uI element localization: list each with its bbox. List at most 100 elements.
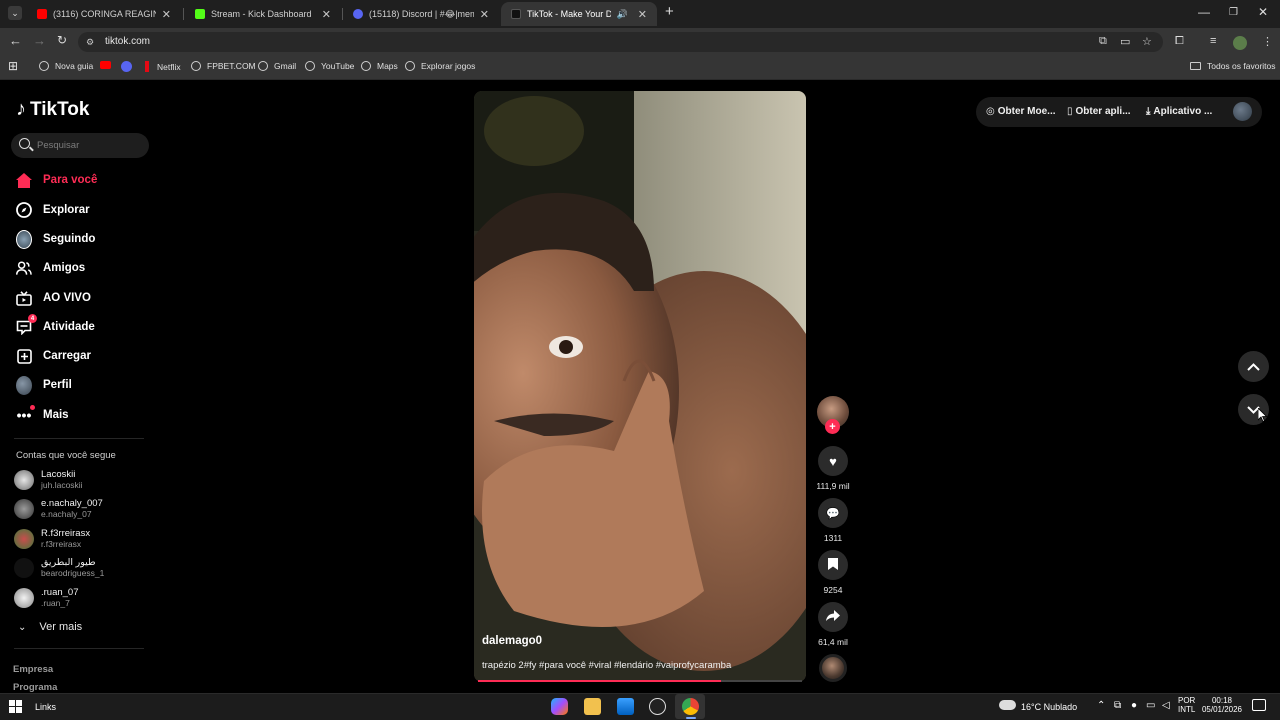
youtube-favicon-icon [37,9,47,19]
nav-amigos[interactable]: Amigos [16,260,85,276]
sidebar-divider [14,648,144,649]
all-favorites-folder[interactable]: Todos os favoritos [1190,61,1276,71]
get-app-button[interactable]: ▯ Obter apli... [1067,106,1131,117]
youtube-icon [100,61,111,69]
get-coins-button[interactable]: ◎ Obter Moe... [986,106,1056,117]
footer-link-empresa[interactable]: Empresa [13,664,53,675]
avatar [14,588,34,608]
obs-icon[interactable] [649,698,666,715]
video-player[interactable] [474,91,806,682]
extensions-icon[interactable]: ⧠ [1175,35,1184,48]
bookmark-netflix[interactable]: Netflix [145,61,181,72]
follow-button[interactable]: + [825,419,840,434]
microsoft-store-icon[interactable] [617,698,634,715]
windows-taskbar [0,693,1280,720]
bookmark-youtube[interactable]: YouTube [305,61,354,71]
globe-icon [191,61,201,71]
video-username[interactable]: dalemago0 [482,635,542,647]
nav-carregar[interactable]: Carregar [16,348,91,364]
account-item[interactable]: e.nachaly_007 e.nachaly_07 [14,498,103,520]
cloud-weather-icon[interactable] [999,700,1016,710]
bookmark-star-icon[interactable]: ☆ [1142,35,1152,48]
share-button[interactable] [818,602,848,632]
forward-button[interactable]: → [33,33,46,48]
see-more-button[interactable]: ⌄ Ver mais [18,621,82,633]
save-button[interactable] [818,550,848,580]
url-text[interactable]: tiktok.com [105,36,150,47]
nav-para-voce[interactable]: Para você [16,172,97,188]
account-item[interactable]: Lacoskii juh.lacoskii [14,469,83,491]
bookmark-explorar-jogos[interactable]: Explorar jogos [405,61,475,71]
install-app-icon[interactable]: ▭ [1120,35,1130,48]
notifications-icon[interactable] [1252,699,1266,711]
language-indicator[interactable]: POR INTL [1178,696,1195,714]
user-avatar[interactable] [1233,102,1252,121]
tab-discord[interactable]: (15118) Discord | #😂|memes- ✕ [343,2,499,26]
windows-start-icon[interactable] [9,700,22,718]
close-tab-icon[interactable]: ✕ [480,8,489,21]
restore-button[interactable]: ❐ [1229,7,1238,18]
profile-avatar[interactable] [1233,36,1247,50]
file-explorer-icon[interactable] [584,698,601,715]
tab-youtube[interactable]: (3116) CORINGA REAGINDO AO ✕ [27,2,181,26]
speaker-icon[interactable]: 🔊 [617,9,628,20]
nav-mais[interactable]: ••• Mais [16,405,69,423]
video-progress-bar[interactable] [478,680,802,682]
tab-tiktok[interactable]: TikTok - Make Your Day 🔊 ✕ [501,2,657,26]
site-info-icon[interactable]: ⚙ [86,37,94,48]
close-tab-icon[interactable]: ✕ [322,8,331,21]
music-disc-avatar[interactable] [819,654,847,682]
weather-text[interactable]: 16°C Nublado [1021,702,1077,712]
close-tab-icon[interactable]: ✕ [638,8,647,21]
nav-perfil[interactable]: Perfil [16,375,72,395]
bookmark-label: Gmail [274,61,297,71]
bookmark-gmail[interactable]: Gmail [258,61,296,71]
copilot-icon[interactable] [551,698,568,715]
new-tab-button[interactable]: + [665,3,674,20]
footer-link-programa[interactable]: Programa [13,682,57,693]
tab-search-button[interactable]: ⌄ [8,6,22,20]
tiktok-logo[interactable]: ♪ TikTok [16,98,89,121]
volume-icon[interactable]: ◁ [1162,700,1170,711]
apps-grid-icon[interactable]: ⊞ [8,59,18,73]
kick-favicon-icon [195,9,205,19]
desktop-app-button[interactable]: ⤓ Aplicativo ... [1146,106,1212,117]
bookmark-discord-icon[interactable] [121,61,132,72]
chevron-up-icon [1247,362,1260,371]
nav-seguindo[interactable]: Seguindo [16,229,95,249]
comment-button[interactable]: 💬 [818,498,848,528]
bookmark-nova-guia[interactable]: Nova guia [39,61,93,71]
translate-icon[interactable]: ⧉ [1099,35,1107,48]
chrome-icon[interactable] [682,698,699,715]
tray-chevron-icon[interactable]: ⌃ [1097,700,1105,711]
taskbar-links-toolbar[interactable]: Links [35,702,56,712]
close-window-button[interactable]: ✕ [1258,5,1268,19]
like-button[interactable]: ♥ [818,446,848,476]
nav-atividade[interactable]: 4 Atividade [16,314,95,335]
nav-explorar[interactable]: Explorar [16,202,90,218]
account-name: طيور البطريق [41,557,96,568]
search-input[interactable]: Pesquisar [11,133,149,158]
previous-video-button[interactable] [1238,351,1269,382]
nav-ao-vivo[interactable]: AO VIVO [16,290,91,306]
menu-kebab-icon[interactable]: ⋮ [1262,35,1273,48]
microphone-icon[interactable]: ● [1131,700,1137,711]
close-tab-icon[interactable]: ✕ [162,8,171,21]
tray-app-icon[interactable]: ⧉ [1114,700,1121,711]
minimize-button[interactable]: — [1198,5,1210,19]
bookmark-fpbet[interactable]: FPBET.COM [191,61,256,71]
account-item[interactable]: طيور البطريق bearodriguess_1 [14,557,104,579]
reload-button[interactable]: ↻ [57,33,67,47]
tab-kick[interactable]: Stream - Kick Dashboard ✕ [185,2,341,26]
account-item[interactable]: .ruan_07 .ruan_7 [14,587,79,609]
network-icon[interactable]: ▭ [1146,700,1155,711]
back-button[interactable]: ← [9,33,22,48]
bookmark-maps[interactable]: Maps [361,61,398,71]
account-item[interactable]: R.f3rreirasx r.f3rreirasx [14,528,90,550]
address-bar[interactable] [78,32,1163,52]
bookmark-youtube-icon[interactable] [100,61,111,69]
globe-icon [39,61,49,71]
clock[interactable]: 00:18 05/01/2026 [1200,696,1244,714]
media-controls-icon[interactable]: ≡ [1210,35,1216,47]
avatar [14,529,34,549]
